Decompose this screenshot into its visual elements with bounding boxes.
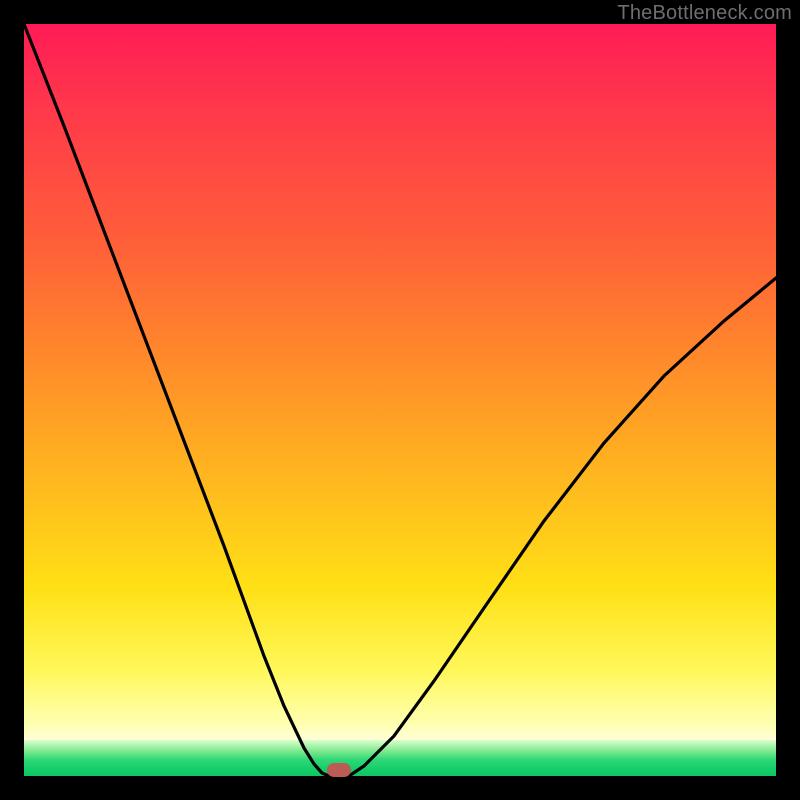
watermark-text: TheBottleneck.com xyxy=(617,2,792,25)
curve-left-branch xyxy=(24,24,329,776)
curve-right-branch xyxy=(349,278,776,776)
minimum-marker xyxy=(327,763,351,777)
bottleneck-curve xyxy=(24,24,776,776)
chart-frame xyxy=(24,24,776,776)
